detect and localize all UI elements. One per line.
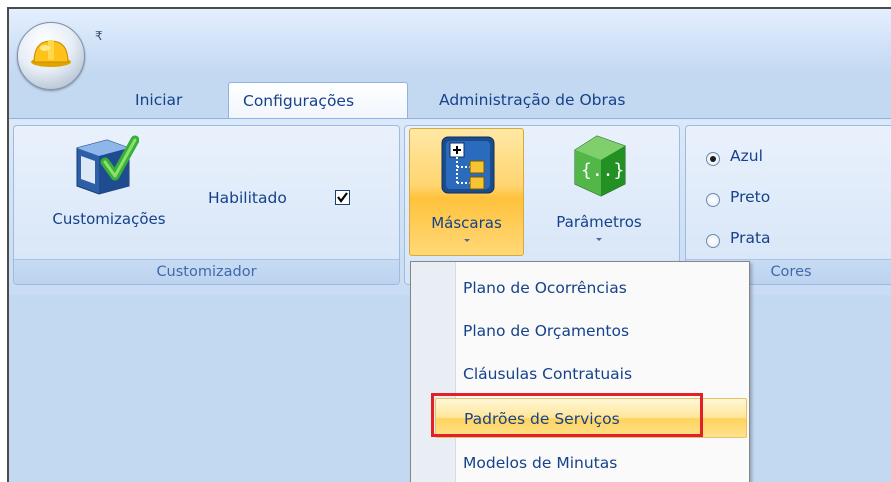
customizations-box-icon [76, 135, 139, 195]
radio-azul-label: Azul [730, 147, 763, 165]
menu-item-clausulas-contratuais[interactable]: Cláusulas Contratuais [455, 354, 747, 394]
hard-hat-icon [31, 40, 71, 67]
svg-text:{..}: {..} [581, 160, 624, 181]
group-label-customizador: Customizador [14, 259, 399, 284]
application-menu-button[interactable] [17, 22, 85, 90]
parametros-button[interactable]: {..} Parâmetros [537, 128, 661, 256]
mask-tree-icon [441, 136, 495, 194]
radio-prata-label: Prata [730, 229, 771, 247]
customizacoes-label: Customizações [52, 210, 166, 228]
ribbon-tabs: Iniciar Configurações Administração de O… [9, 75, 891, 118]
chevron-down-icon [463, 239, 470, 242]
tab-configuracoes[interactable]: Configurações [228, 82, 408, 118]
tab-iniciar[interactable]: Iniciar [121, 82, 196, 118]
habilitado-label: Habilitado [208, 189, 287, 207]
radio-prata[interactable] [706, 234, 720, 248]
menu-item-plano-de-ocorrencias[interactable]: Plano de Ocorrências [455, 268, 747, 308]
chevron-down-icon [596, 238, 602, 241]
parameters-book-icon: {..} [574, 135, 626, 197]
quick-access-toolbar-icon[interactable]: ₹ [95, 29, 103, 43]
annotation-highlight-box [431, 393, 703, 437]
mascaras-button[interactable]: Máscaras [409, 128, 524, 256]
radio-preto[interactable] [706, 193, 720, 207]
radio-azul[interactable] [706, 152, 720, 166]
tab-administracao-de-obras[interactable]: Administração de Obras [425, 82, 639, 118]
parametros-label: Parâmetros [556, 213, 642, 231]
habilitado-checkbox[interactable] [335, 190, 350, 205]
menu-icon-gutter [411, 262, 456, 482]
group-customizador: Customizações Habilitado Customizador [13, 125, 400, 285]
menu-item-modelos-de-minutas[interactable]: Modelos de Minutas [455, 443, 747, 482]
title-bar: ₹ [9, 9, 891, 75]
radio-preto-label: Preto [730, 188, 771, 206]
mascaras-dropdown-menu: Plano de Ocorrências Plano de Orçamentos… [410, 261, 750, 482]
checkmark-icon [337, 192, 348, 203]
customizacoes-button[interactable]: Customizações [34, 130, 184, 240]
mascaras-label: Máscaras [431, 214, 502, 232]
menu-item-plano-de-orcamentos[interactable]: Plano de Orçamentos [455, 311, 747, 351]
